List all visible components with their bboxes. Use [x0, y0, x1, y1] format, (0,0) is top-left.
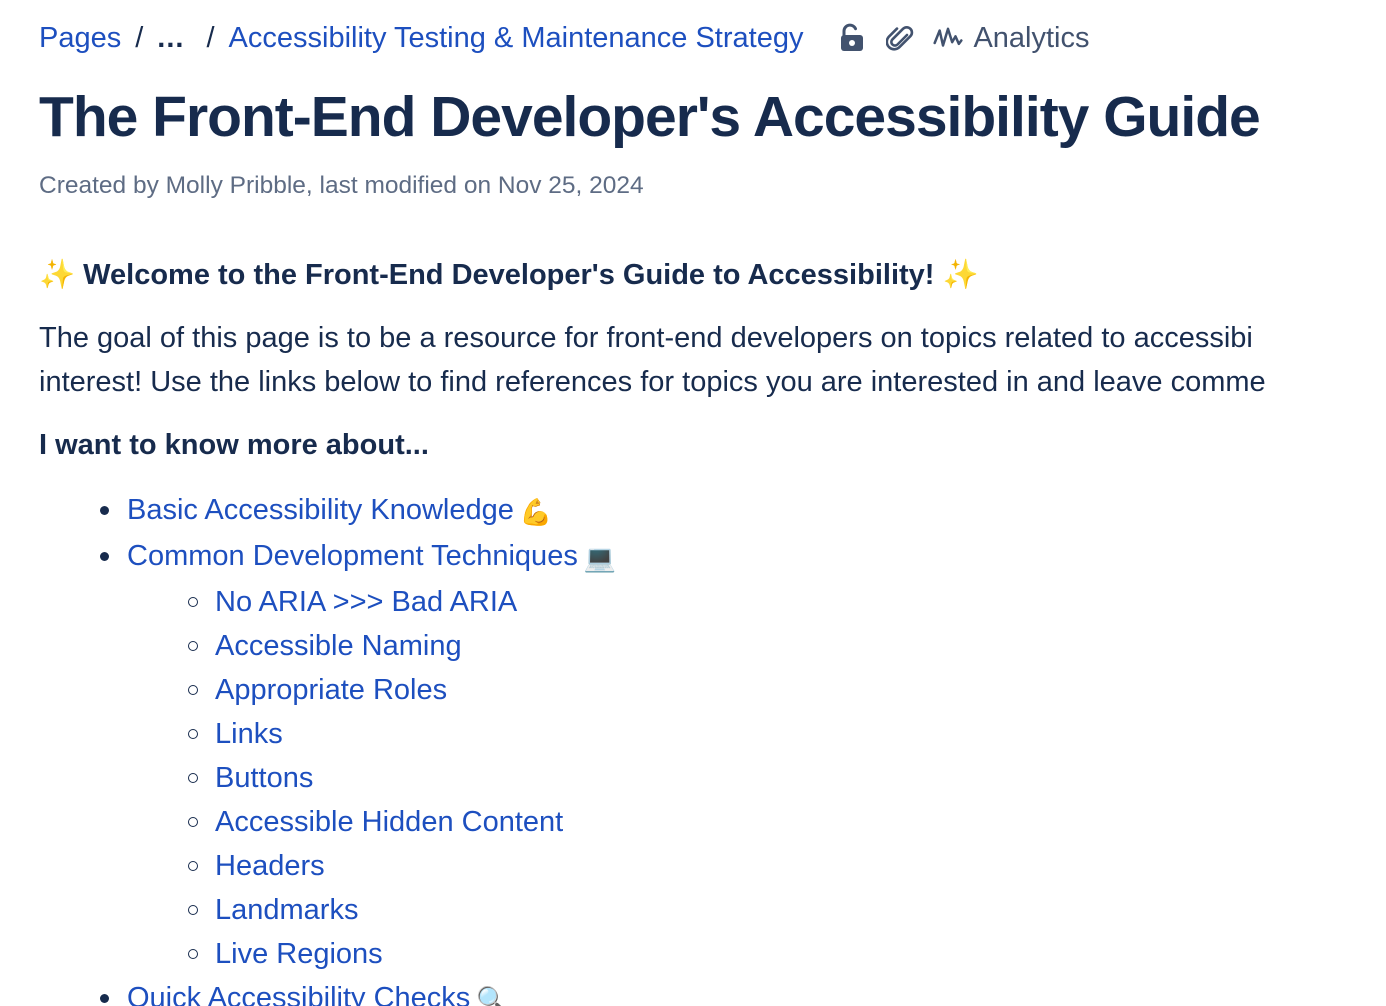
- magnifying-glass-icon: 🔍: [476, 985, 509, 1006]
- intro-paragraph: The goal of this page is to be a resourc…: [39, 316, 1386, 404]
- breadcrumb-separator: /: [206, 21, 215, 54]
- breadcrumb: Pages / ... / Accessibility Testing & Ma…: [39, 18, 1090, 58]
- techniques-list: No ARIA >>> Bad ARIA Accessible Naming A…: [127, 580, 1386, 976]
- page-content: ✨ Welcome to the Front-End Developer's G…: [39, 250, 1386, 1006]
- breadcrumb-ellipsis-button[interactable]: ...: [157, 22, 184, 55]
- flexed-biceps-icon: 💪: [519, 497, 553, 527]
- list-item: Basic Accessibility Knowledge 💪: [39, 488, 1386, 534]
- topic-link-development-techniques[interactable]: Common Development Techniques: [127, 540, 578, 572]
- breadcrumb-separator: /: [135, 21, 144, 54]
- topic-link-quick-checks[interactable]: Quick Accessibility Checks: [127, 982, 470, 1006]
- analytics-line-icon: [933, 23, 964, 53]
- analytics-label: Analytics: [973, 21, 1090, 54]
- technique-link-hidden-content[interactable]: Accessible Hidden Content: [215, 806, 563, 838]
- list-item: Headers: [127, 844, 1386, 888]
- technique-link-headers[interactable]: Headers: [215, 850, 325, 882]
- breadcrumb-pages-link[interactable]: Pages: [39, 22, 121, 55]
- page-title: The Front-End Developer's Accessibility …: [39, 85, 1261, 149]
- list-item: Live Regions: [127, 932, 1386, 976]
- list-item: Accessible Naming: [127, 624, 1386, 668]
- intro-line: The goal of this page is to be a resourc…: [39, 322, 1253, 354]
- technique-link-accessible-naming[interactable]: Accessible Naming: [215, 630, 462, 662]
- list-item: Accessible Hidden Content: [127, 800, 1386, 844]
- welcome-heading: ✨ Welcome to the Front-End Developer's G…: [39, 250, 1386, 300]
- list-item: Appropriate Roles: [127, 668, 1386, 712]
- intro-line: interest! Use the links below to find re…: [39, 366, 1266, 398]
- sparkles-icon: ✨: [942, 259, 979, 291]
- technique-link-live-regions[interactable]: Live Regions: [215, 938, 383, 970]
- breadcrumb-parent-link[interactable]: Accessibility Testing & Maintenance Stra…: [229, 22, 804, 55]
- list-item: Common Development Techniques 💻 No ARIA >…: [39, 534, 1386, 976]
- list-item: Links: [127, 712, 1386, 756]
- technique-link-links[interactable]: Links: [215, 718, 283, 750]
- sparkles-icon: ✨: [39, 259, 76, 291]
- list-item: Quick Accessibility Checks 🔍: [39, 976, 1386, 1006]
- technique-link-landmarks[interactable]: Landmarks: [215, 894, 358, 926]
- technique-link-no-aria[interactable]: No ARIA >>> Bad ARIA: [215, 586, 517, 618]
- technique-link-appropriate-roles[interactable]: Appropriate Roles: [215, 674, 447, 706]
- paperclip-icon[interactable]: [885, 23, 915, 53]
- unlocked-padlock-icon[interactable]: [837, 23, 867, 53]
- list-item: Buttons: [127, 756, 1386, 800]
- page-toolbar: Analytics: [837, 21, 1090, 55]
- list-item: Landmarks: [127, 888, 1386, 932]
- topics-list: Basic Accessibility Knowledge 💪 Common De…: [39, 488, 1386, 1006]
- topic-link-basic-knowledge[interactable]: Basic Accessibility Knowledge: [127, 494, 514, 526]
- know-more-heading: I want to know more about...: [39, 429, 429, 461]
- analytics-button[interactable]: Analytics: [933, 21, 1090, 55]
- welcome-text: Welcome to the Front-End Developer's Gui…: [83, 259, 935, 291]
- list-item: No ARIA >>> Bad ARIA: [127, 580, 1386, 624]
- page-byline: Created by Molly Pribble, last modified …: [39, 172, 644, 199]
- laptop-icon: 💻: [583, 543, 617, 573]
- technique-link-buttons[interactable]: Buttons: [215, 762, 313, 794]
